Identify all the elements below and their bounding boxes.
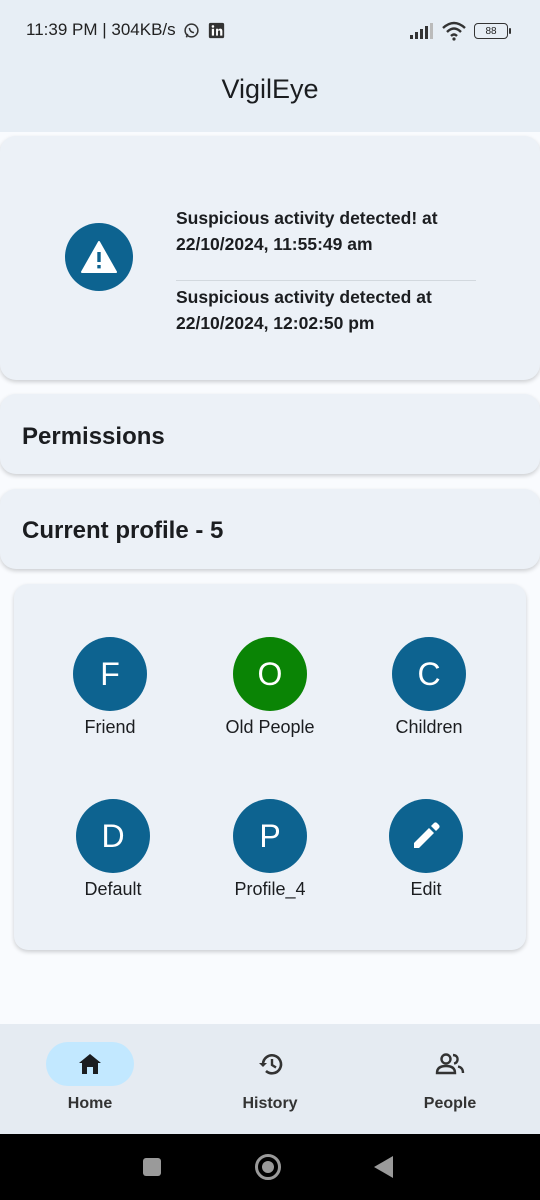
status-icons: 88 xyxy=(410,20,511,42)
battery-icon: 88 xyxy=(474,23,511,39)
profile-profile-4[interactable]: P Profile_4 xyxy=(200,799,340,900)
alert-timestamp: 22/10/2024, 12:02:50 pm xyxy=(176,313,375,333)
edit-profiles-button[interactable]: Edit xyxy=(356,799,496,900)
nav-home-indicator xyxy=(46,1042,134,1086)
nav-label: Home xyxy=(67,1095,113,1112)
profile-avatar: P xyxy=(233,799,307,873)
profile-children[interactable]: C Children xyxy=(359,637,499,738)
profile-label: Default xyxy=(84,879,142,899)
whatsapp-icon xyxy=(184,23,200,38)
profiles-grid: F Friend O Old People C Children D Defau… xyxy=(14,584,526,950)
alert-timestamp: 22/10/2024, 11:55:49 am xyxy=(176,234,373,254)
nav-label: People xyxy=(423,1095,477,1112)
profile-avatar: F xyxy=(73,637,147,711)
profile-avatar: C xyxy=(392,637,466,711)
profile-label: Profile_4 xyxy=(234,879,306,899)
status-time-speed: 11:39 PM | 304KB/s xyxy=(26,20,225,40)
nav-people-indicator xyxy=(406,1042,494,1086)
profile-avatar: O xyxy=(233,637,307,711)
home-button[interactable] xyxy=(255,1154,281,1180)
app-title: VigilEye xyxy=(221,74,319,104)
profile-default[interactable]: D Default xyxy=(43,799,183,900)
current-profile-card[interactable]: Current profile - 5 xyxy=(0,489,540,569)
status-bar: 11:39 PM | 304KB/s 88 xyxy=(0,0,540,62)
recents-button[interactable] xyxy=(143,1158,161,1176)
permissions-label: Permissions xyxy=(22,423,165,450)
profile-avatar: D xyxy=(76,799,150,873)
warning-icon xyxy=(81,241,117,273)
linkedin-icon xyxy=(208,22,225,39)
history-icon xyxy=(259,1054,283,1075)
warning-badge xyxy=(65,223,133,291)
profile-label: Children xyxy=(395,717,463,737)
profile-label: Edit xyxy=(410,879,442,899)
nav-home[interactable]: Home xyxy=(20,1024,160,1134)
permissions-card[interactable]: Permissions xyxy=(0,394,540,474)
nav-history[interactable]: History xyxy=(200,1024,340,1134)
home-icon xyxy=(79,1054,101,1074)
pencil-icon xyxy=(414,822,440,848)
bottom-navigation: Home History People xyxy=(0,1024,540,1134)
nav-label: History xyxy=(242,1095,298,1112)
alert-message: Suspicious activity detected! at xyxy=(176,208,438,228)
current-profile-label: Current profile - 5 xyxy=(22,517,224,544)
nav-people[interactable]: People xyxy=(380,1024,520,1134)
alert-item[interactable]: Suspicious activity detected at 22/10/20… xyxy=(176,284,476,336)
signal-icon xyxy=(410,23,433,39)
wifi-icon xyxy=(442,21,466,41)
back-button[interactable] xyxy=(374,1156,393,1178)
divider xyxy=(176,280,476,281)
edit-avatar xyxy=(389,799,463,873)
people-icon xyxy=(435,1053,465,1075)
alert-item[interactable]: Suspicious activity detected! at 22/10/2… xyxy=(176,205,476,257)
alert-message: Suspicious activity detected at xyxy=(176,287,432,307)
nav-history-indicator xyxy=(226,1042,314,1086)
profile-old-people[interactable]: O Old People xyxy=(200,637,340,738)
profile-label: Old People xyxy=(225,717,315,737)
profile-label: Friend xyxy=(84,717,136,737)
profile-friend[interactable]: F Friend xyxy=(40,637,180,738)
